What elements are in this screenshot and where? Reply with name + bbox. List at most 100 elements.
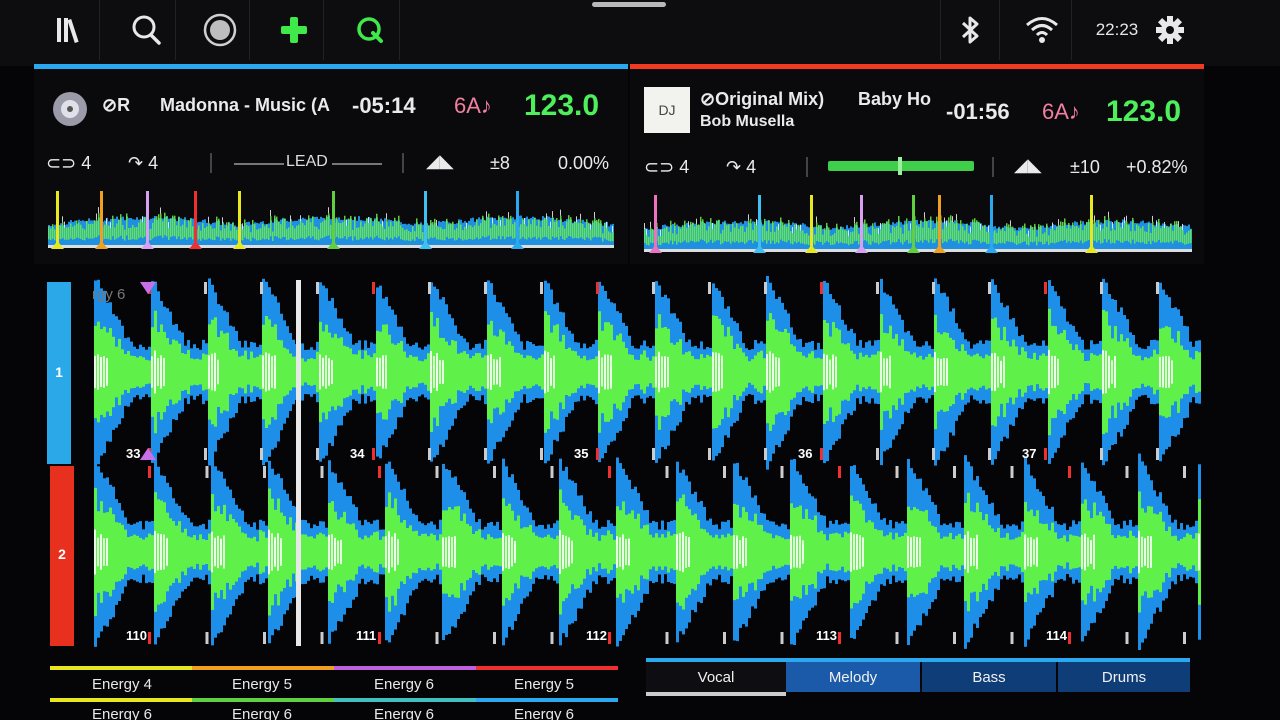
quantize-button[interactable] — [340, 0, 400, 60]
pad-3[interactable]: Energy 6 — [334, 676, 474, 693]
pad-1[interactable]: Energy 4 — [52, 676, 192, 693]
add-icon — [280, 17, 307, 43]
vinyl-icon[interactable] — [52, 91, 88, 127]
deck2-pitch-range[interactable]: ±10 — [1070, 157, 1100, 178]
settings-icon — [1156, 16, 1184, 44]
deck2-bpm[interactable]: 123.0 — [1106, 95, 1181, 129]
divider — [234, 163, 284, 165]
record-button[interactable] — [190, 0, 250, 60]
album-art-label: DJ — [658, 102, 676, 118]
pad-color-bar — [192, 698, 334, 702]
deck2-track-title[interactable]: ⊘Original Mix) — [700, 89, 824, 110]
wifi-icon — [1025, 17, 1058, 43]
deck1-mode[interactable]: LEAD — [286, 153, 328, 171]
pad-8[interactable]: Energy 6 — [474, 706, 614, 720]
beat-number: 35 — [574, 446, 588, 461]
top-toolbar: 22:23 — [0, 0, 1280, 66]
search-button[interactable] — [116, 0, 176, 60]
clock: 22:23 — [1095, 20, 1139, 39]
stem-drums[interactable]: Drums — [1058, 662, 1190, 692]
performance-pads: Energy 4 Energy 5 Energy 6 Energy 5 Ener… — [50, 660, 618, 720]
library-icon — [56, 18, 79, 44]
pad-5[interactable]: Energy 6 — [52, 706, 192, 720]
bluetooth-button[interactable] — [940, 0, 1000, 60]
music-note-icon: ♪ — [480, 93, 492, 118]
main-waveform-area[interactable]: 33 34 35 36 37 110 111 112 113 114 — [44, 276, 1204, 650]
dual-waveform-display[interactable]: 33 34 35 36 37 110 111 112 113 114 — [44, 276, 1204, 650]
beatjump-icon: ↷ — [128, 153, 144, 173]
deck2-header: DJ ⊘Original Mix) Baby Ho Bob Musella -0… — [630, 64, 1204, 264]
deck1-pitch-range[interactable]: ±8 — [490, 153, 510, 174]
music-note-icon: ♪ — [1068, 99, 1080, 124]
beat-number: 110 — [126, 628, 147, 643]
divider — [806, 157, 808, 177]
pad-color-bar — [192, 666, 334, 670]
deck1-beatjump[interactable]: ↷ 4 — [128, 153, 158, 174]
pad-color-bar — [50, 698, 192, 702]
bluetooth-icon — [961, 16, 979, 44]
stem-controls: Vocal Melody Bass Drums — [646, 658, 1190, 698]
wifi-button[interactable] — [1012, 0, 1072, 60]
deck2-artist: Bob Musella — [700, 113, 795, 130]
deck1-strip[interactable]: 1 — [47, 282, 71, 464]
deck2-strip[interactable]: 2 — [50, 466, 74, 646]
pitch-arrows-icon[interactable]: ◢◣ — [426, 151, 454, 172]
beat-number: 33 — [126, 446, 140, 461]
divider — [992, 157, 994, 177]
beat-number: 36 — [798, 446, 812, 461]
deck2-label: 2 — [58, 546, 66, 562]
deck2-album-art: DJ — [644, 87, 690, 133]
deck1-label: 1 — [55, 364, 63, 380]
stem-melody[interactable]: Melody — [786, 662, 920, 692]
add-button[interactable] — [264, 0, 324, 60]
pitch-arrows-icon[interactable]: ◢◣ — [1014, 155, 1042, 176]
beat-number: 111 — [356, 628, 376, 643]
deck2-overview-waveform[interactable] — [644, 191, 1192, 259]
beat-number: 114 — [1046, 628, 1068, 643]
beat-number: 112 — [586, 628, 607, 643]
deck2-track-title2[interactable]: Baby Ho — [858, 89, 931, 110]
deck1-overview-waveform[interactable] — [48, 187, 614, 255]
loop-icon: ⊂⊃ — [644, 157, 675, 177]
no-sync-icon: ⊘ — [700, 89, 716, 109]
deck2-pitch: +0.82% — [1126, 157, 1188, 177]
pitch-fader-handle[interactable] — [898, 157, 902, 175]
cue-label: rgy 6 — [92, 286, 126, 303]
deck1-loop[interactable]: ⊂⊃ 4 — [46, 153, 91, 174]
settings-button[interactable] — [1140, 0, 1200, 60]
stem-bass[interactable]: Bass — [922, 662, 1056, 692]
stem-vocal[interactable]: Vocal — [646, 662, 786, 692]
divider — [402, 153, 404, 173]
beat-number: 113 — [816, 628, 837, 643]
pad-color-bar — [334, 698, 476, 702]
pad-color-bar — [334, 666, 476, 670]
beatjump-icon: ↷ — [726, 157, 742, 177]
drag-handle[interactable] — [592, 2, 666, 7]
pad-color-bar — [476, 666, 618, 670]
deck2-key: 6A♪ — [1042, 99, 1080, 124]
pad-color-bar — [50, 666, 192, 670]
search-icon — [132, 15, 161, 45]
deck1-key: 6A♪ — [454, 93, 492, 118]
divider — [210, 153, 212, 173]
pad-7[interactable]: Energy 6 — [334, 706, 474, 720]
deck2-loop[interactable]: ⊂⊃ 4 — [644, 157, 689, 178]
quantize-icon — [356, 17, 383, 43]
deck2-time[interactable]: -01:56 — [946, 99, 1010, 125]
beat-number: 34 — [350, 446, 365, 461]
deck2-beatjump[interactable]: ↷ 4 — [726, 157, 756, 178]
deck1-source-badge: ⊘R — [102, 95, 131, 115]
pad-4[interactable]: Energy 5 — [474, 676, 614, 693]
pad-2[interactable]: Energy 5 — [192, 676, 332, 693]
loop-icon: ⊂⊃ — [46, 153, 77, 173]
deck2-pitch-fader[interactable] — [828, 157, 974, 175]
record-icon — [203, 13, 236, 47]
divider — [332, 163, 382, 165]
pad-6[interactable]: Energy 6 — [192, 706, 332, 720]
library-button[interactable] — [40, 0, 100, 60]
deck1-header: ⊘R Madonna - Music (A -05:14 6A♪ 123.0 ⊂… — [34, 64, 628, 264]
pad-color-bar — [476, 698, 618, 702]
deck1-track-title[interactable]: Madonna - Music (A — [160, 95, 330, 116]
deck1-time[interactable]: -05:14 — [352, 93, 416, 119]
deck1-bpm[interactable]: 123.0 — [524, 89, 599, 123]
